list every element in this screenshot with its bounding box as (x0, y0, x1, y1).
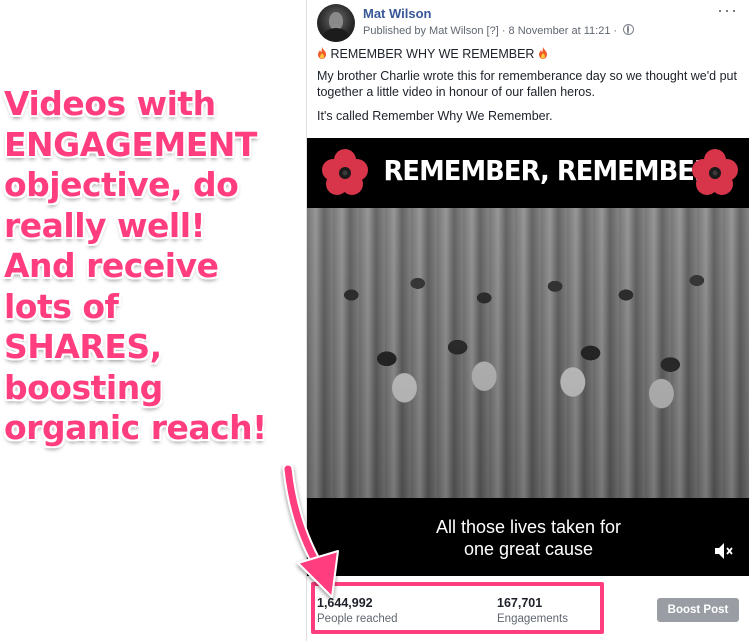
post-title: REMEMBER WHY WE REMEMBER (330, 47, 535, 61)
more-options-icon[interactable]: ··· (717, 0, 738, 21)
mute-icon[interactable] (714, 542, 734, 560)
video-banner: REMEMBER, REMEMBER (307, 138, 749, 208)
globe-icon (623, 24, 635, 35)
annotation-line: SHARES, (4, 327, 162, 366)
banner-title: REMEMBER, REMEMBER (383, 154, 713, 187)
post-body: My brother Charlie wrote this for rememb… (317, 69, 737, 99)
video-player[interactable]: REMEMBER, REMEMBER All those lives taken… (307, 138, 749, 576)
photo-shade (307, 208, 749, 498)
post-title-line: REMEMBER WHY WE REMEMBER (317, 46, 738, 62)
post-meta: Published by Mat Wilson [?] · 8 November… (363, 24, 635, 37)
help-marker[interactable]: [?] (487, 25, 499, 37)
annotation-line: boosting (4, 367, 163, 407)
annotation-line: Videos with (4, 84, 216, 123)
annotation-line: And receive (4, 246, 219, 285)
arrow-icon (282, 465, 339, 598)
meta-separator: · (613, 25, 618, 37)
annotation-line: really well! (4, 205, 206, 245)
avatar-body (323, 28, 349, 42)
poppy-icon (322, 149, 368, 195)
fire-icon (538, 47, 547, 59)
meta-separator: · (501, 25, 506, 37)
poppy-icon (692, 149, 738, 195)
author-name[interactable]: Mat Wilson (363, 6, 432, 21)
annotation-line: ENGAGEMENT (4, 124, 257, 164)
annotation-line: objective, do (4, 165, 239, 204)
annotation-line: lots of (4, 286, 119, 326)
annotation-text: Videos with ENGAGEMENT objective, do rea… (4, 84, 304, 449)
post-date[interactable]: 8 November at 11:21 (509, 25, 611, 37)
post-body-2: It's called Remember Why We Remember. (317, 109, 553, 123)
caption-line: one great cause (463, 539, 594, 559)
fire-icon (318, 47, 326, 59)
published-by: Published by Mat Wilson (363, 25, 484, 37)
avatar[interactable] (317, 4, 355, 42)
post-card: Mat Wilson Published by Mat Wilson [?] ·… (306, 0, 749, 641)
caption-line: All those lives taken for (435, 517, 622, 537)
boost-post-button[interactable]: Boost Post (657, 598, 739, 622)
annotation-line: organic reach! (4, 408, 267, 447)
highlight-box (311, 582, 604, 634)
video-caption: All those lives taken for one great caus… (307, 516, 749, 560)
